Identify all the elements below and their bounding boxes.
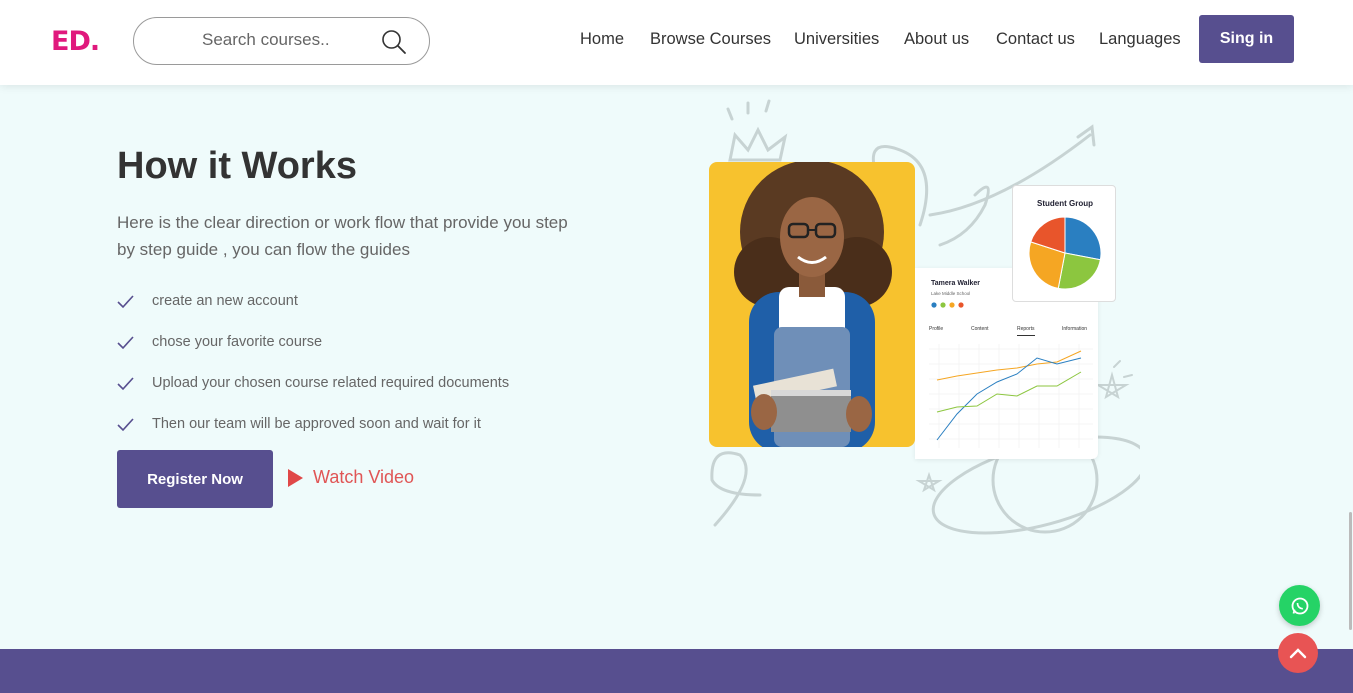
step-text: Then our team will be approved soon and … xyxy=(152,416,481,432)
student-school: Lake Middle School xyxy=(931,291,971,296)
section-description: Here is the clear direction or work flow… xyxy=(117,213,568,259)
tab-profile: Profile xyxy=(929,326,944,332)
nav-universities[interactable]: Universities xyxy=(794,30,879,49)
student-group-card: Student Group xyxy=(1012,185,1116,302)
status-dots xyxy=(931,302,964,308)
site-logo[interactable]: ED. xyxy=(51,26,100,57)
page-scrollbar[interactable] xyxy=(1349,512,1352,630)
search-input[interactable] xyxy=(202,30,392,50)
tab-information: Information xyxy=(1062,326,1088,332)
step-text: create an new account xyxy=(152,293,298,309)
watch-video-link[interactable]: Watch Video xyxy=(288,467,414,488)
register-now-button[interactable]: Register Now xyxy=(117,450,273,508)
page-title: How it Works xyxy=(117,145,357,187)
watch-video-label: Watch Video xyxy=(313,467,415,487)
step-item: chose your favorite course xyxy=(117,330,509,371)
play-icon xyxy=(288,468,303,487)
signin-button[interactable]: Sing in xyxy=(1199,15,1294,63)
nav-home[interactable]: Home xyxy=(580,30,624,49)
nav-about-us[interactable]: About us xyxy=(904,30,969,49)
nav-browse-courses[interactable]: Browse Courses xyxy=(650,30,771,49)
step-text: Upload your chosen course related requir… xyxy=(152,375,510,391)
scroll-to-top-button[interactable] xyxy=(1278,633,1318,673)
student-group-pie-chart xyxy=(1028,216,1102,290)
student-photo xyxy=(709,162,915,447)
chevron-up-icon xyxy=(1289,648,1307,659)
search-box xyxy=(133,17,430,65)
reports-line-chart xyxy=(929,344,1093,448)
step-item: create an new account xyxy=(117,289,509,330)
student-name: Tamera Walker xyxy=(931,280,981,287)
nav-languages[interactable]: Languages xyxy=(1099,30,1181,49)
site-header: ED. Home Browse Courses Universities Abo… xyxy=(0,0,1353,85)
footer-band xyxy=(0,649,1353,693)
logo-text: ED xyxy=(51,26,91,57)
check-icon xyxy=(117,295,134,309)
pie-card-title: Student Group xyxy=(1037,199,1093,208)
nav-contact-us[interactable]: Contact us xyxy=(996,30,1075,49)
check-icon xyxy=(117,336,134,350)
check-icon xyxy=(117,418,134,432)
dashboard-tabs: Profile Content Reports Information xyxy=(929,326,1099,338)
step-item: Then our team will be approved soon and … xyxy=(117,412,509,453)
tab-content: Content xyxy=(971,326,989,332)
step-text: chose your favorite course xyxy=(152,334,323,350)
logo-dot: . xyxy=(89,26,100,57)
pie-slice xyxy=(1057,252,1101,290)
whatsapp-button[interactable] xyxy=(1279,585,1320,626)
pie-slice xyxy=(1064,216,1102,261)
steps-list: create an new account chose your favorit… xyxy=(117,289,509,453)
check-icon xyxy=(117,377,134,391)
tab-reports: Reports xyxy=(1017,326,1035,336)
whatsapp-icon xyxy=(1291,597,1308,614)
search-icon[interactable] xyxy=(381,29,407,55)
step-item: Upload your chosen course related requir… xyxy=(117,371,509,412)
